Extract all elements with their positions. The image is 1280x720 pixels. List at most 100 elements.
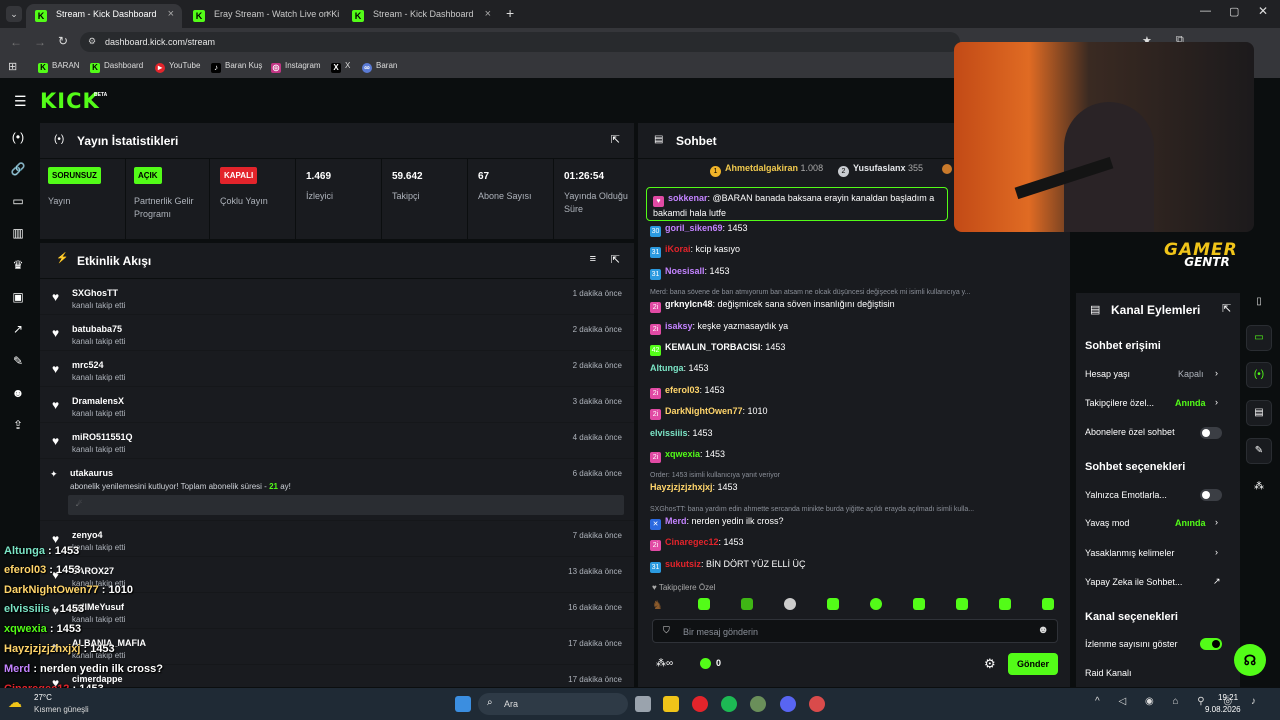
send-button[interactable]: Gönder [1008, 653, 1058, 675]
pinned-user[interactable]: sokkenar [668, 193, 708, 203]
clock-date[interactable]: 9.08.2026 [1205, 705, 1241, 714]
row-account-age[interactable]: Hesap yaşı [1085, 369, 1130, 379]
chat-username[interactable]: Hayzjzjzjzhxjxj [650, 482, 713, 492]
upload-icon[interactable]: ⇪ [10, 418, 26, 434]
wrench-icon[interactable]: ✎ [10, 354, 26, 370]
side-panel-chat-icon[interactable]: ▭ [1246, 325, 1272, 351]
close-tab-icon[interactable]: × [168, 8, 174, 20]
bookmark-tiktok[interactable]: ♪ Baran Kuş [211, 61, 262, 73]
bookmark-x[interactable]: XX [331, 61, 350, 73]
browser-window-icon[interactable]: ▭ [10, 194, 26, 210]
hamburger-menu-icon[interactable]: ☰ [14, 93, 27, 110]
bookmark-baran-2[interactable]: ∞ Baran [362, 61, 397, 73]
chat-username[interactable]: Altunga [650, 363, 684, 373]
popout-icon[interactable]: ⇱ [611, 133, 620, 146]
url-field[interactable]: ⚙ dashboard.kick.com/stream [80, 32, 960, 52]
chat-username[interactable]: eferol03 [665, 385, 700, 395]
maximize-icon[interactable]: ▢ [1229, 5, 1239, 18]
chat-username[interactable]: DarkNightOwen77 [665, 406, 743, 416]
browser-tab-1[interactable]: K Stream - Kick Dashboard × [26, 4, 182, 28]
taskbar-search[interactable]: ⌕ Ara [478, 693, 628, 715]
side-panel-media-icon[interactable]: ▤ [1246, 400, 1272, 426]
new-tab-icon[interactable]: + [506, 5, 514, 21]
emotes-only-toggle[interactable] [1200, 489, 1222, 501]
activity-username[interactable]: SXGhosTT [72, 288, 118, 298]
analytics-icon[interactable]: ▥ [10, 226, 26, 242]
forward-icon[interactable]: → [34, 35, 46, 49]
bookmark-dashboard[interactable]: K Dashboard [90, 61, 143, 73]
emote-icon[interactable] [956, 598, 968, 610]
reply-preview[interactable]: Merd: bana sövene de ban atmıyorum ban a… [650, 289, 970, 296]
row-slow-mode[interactable]: Yavaş mod [1085, 518, 1129, 528]
popout-icon[interactable]: ⇱ [1222, 302, 1231, 315]
users-icon[interactable]: ☻ [10, 386, 26, 402]
close-tab-icon[interactable]: × [326, 8, 332, 20]
link-icon[interactable]: 🔗 [10, 162, 26, 178]
activity-username[interactable]: utakaurus [70, 468, 113, 478]
stream-broadcast-icon[interactable]: (•) [10, 130, 26, 146]
activity-username[interactable]: DramalensX [72, 396, 124, 406]
help-button[interactable]: ☊ [1234, 644, 1266, 676]
reload-icon[interactable]: ↻ [58, 34, 68, 48]
browser-tab-2[interactable]: K Eray Stream - Watch Live on Ki × [184, 4, 340, 28]
discord-icon[interactable] [780, 696, 796, 712]
chat-input[interactable]: ⛉ Bir mesaj gönderin ☻ [652, 619, 1058, 643]
close-tab-icon[interactable]: × [485, 8, 491, 20]
show-viewcount-toggle[interactable] [1200, 638, 1222, 650]
chat-username[interactable]: Merd [665, 516, 687, 526]
side-panel-broadcast-icon[interactable]: (•) [1246, 362, 1272, 388]
emote-icon[interactable] [698, 598, 710, 610]
bookmark-youtube[interactable]: ▸ YouTube [155, 61, 200, 73]
bookmark-instagram[interactable]: ◎ Instagram [271, 61, 321, 73]
task-view-icon[interactable] [635, 696, 651, 712]
chat-username[interactable]: iKorai [665, 244, 691, 254]
chevron-right-icon[interactable]: › [1215, 397, 1218, 407]
emote-icon[interactable] [870, 598, 882, 610]
kick-logo[interactable]: KICK [40, 89, 100, 113]
gifter-2[interactable]: 2 Yusufaslanx 355 [838, 163, 923, 177]
app-icon[interactable] [809, 696, 825, 712]
chevron-right-icon[interactable]: › [1215, 547, 1218, 557]
row-banned-words[interactable]: Yasaklanmış kelimeler [1085, 548, 1174, 558]
activity-username[interactable]: zenyo4 [72, 530, 103, 540]
emote-icon[interactable] [784, 598, 796, 610]
reply-preview[interactable]: SXGhosTT: bana yardım edin ahmette serca… [650, 506, 974, 513]
chart-line-icon[interactable]: ↗ [10, 322, 26, 338]
chrome-icon[interactable] [692, 696, 708, 712]
row-ai-chat[interactable]: Yapay Zeka ile Sohbet... [1085, 577, 1182, 587]
chevron-right-icon[interactable]: › [1215, 517, 1218, 527]
row-raid-channel[interactable]: Raid Kanalı [1085, 668, 1132, 678]
chat-username[interactable]: sukutsiz [665, 559, 701, 569]
emote-icon[interactable] [1042, 598, 1054, 610]
emote-icon[interactable] [999, 598, 1011, 610]
account-age-value[interactable]: Kapalı [1178, 369, 1204, 379]
start-menu-icon[interactable] [455, 696, 471, 712]
spotify-icon[interactable] [721, 696, 737, 712]
back-icon[interactable]: ← [10, 35, 22, 49]
file-explorer-icon[interactable] [663, 696, 679, 712]
chat-username[interactable]: grknylcn48 [665, 299, 713, 309]
chat-username[interactable]: Noesisall [665, 266, 705, 276]
popout-icon[interactable]: ⇱ [611, 253, 620, 266]
side-panel-doc-icon[interactable]: ▯ [1246, 290, 1272, 316]
video-icon[interactable]: ▣ [10, 290, 26, 306]
chat-username[interactable]: KEMALIN_TORBACISI [665, 342, 760, 352]
weather-temp[interactable]: 27°C [34, 693, 52, 702]
kick-points-icon[interactable] [700, 658, 711, 669]
chat-username[interactable]: isaksy [665, 321, 693, 331]
bookmark-baran[interactable]: K BARAN [38, 61, 80, 73]
emote-icon[interactable] [741, 598, 753, 610]
reply-preview[interactable]: Order: 1453 isimli kullanıcıya yanıt ver… [650, 472, 780, 479]
emoji-icon[interactable]: ☻ [1037, 624, 1049, 636]
clock-time[interactable]: 19:21 [1218, 693, 1238, 702]
filter-icon[interactable]: ≡ [590, 253, 596, 265]
emote-icon[interactable] [827, 598, 839, 610]
tab-list-icon[interactable]: ⌄ [6, 6, 22, 22]
activity-username[interactable]: batubaba75 [72, 324, 122, 334]
weather-desc[interactable]: Kısmen güneşli [34, 705, 89, 714]
chat-settings-icon[interactable]: ⚙ [984, 656, 996, 672]
subscribers-only-toggle[interactable] [1200, 427, 1222, 439]
chat-username[interactable]: xqwexia [665, 449, 700, 459]
minimize-icon[interactable]: — [1200, 5, 1211, 17]
external-link-icon[interactable]: ↗ [1213, 576, 1221, 587]
